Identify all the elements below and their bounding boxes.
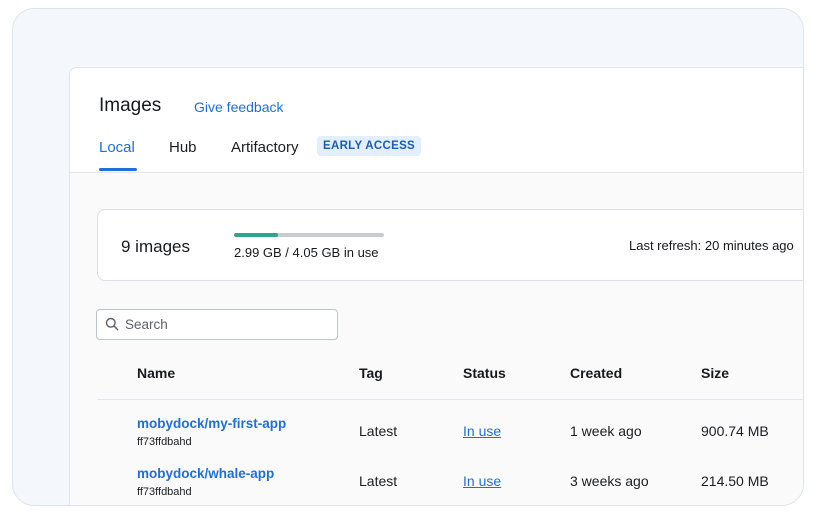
app-frame: Images Give feedback Local Hub Artifacto… xyxy=(12,8,804,506)
last-refresh-text: Last refresh: 20 minutes ago xyxy=(629,238,794,253)
image-status-link[interactable]: In use xyxy=(463,473,501,489)
image-count: 9 images xyxy=(121,237,190,256)
search-input[interactable] xyxy=(125,310,325,339)
column-header-status[interactable]: Status xyxy=(463,365,506,381)
image-id: ff73ffdbahd xyxy=(137,486,192,498)
disk-usage-bar xyxy=(234,233,384,237)
search-icon xyxy=(105,317,119,331)
tab-artifactory[interactable]: Artifactory xyxy=(231,139,299,156)
column-header-name[interactable]: Name xyxy=(137,365,175,381)
panel-header: Images Give feedback Local Hub Artifacto… xyxy=(70,68,803,173)
early-access-badge: EARLY ACCESS xyxy=(317,136,422,156)
table-row[interactable]: mobydock/whale-app ff73ffdbahd Latest In… xyxy=(70,462,803,505)
image-status-link[interactable]: In use xyxy=(463,423,501,439)
active-tab-indicator xyxy=(99,168,137,171)
tab-local[interactable]: Local xyxy=(99,139,135,156)
tab-hub[interactable]: Hub xyxy=(169,139,197,156)
search-box[interactable] xyxy=(96,309,338,340)
image-name-link[interactable]: mobydock/my-first-app xyxy=(137,416,286,431)
column-header-created[interactable]: Created xyxy=(570,365,622,381)
image-size: 214.50 MB xyxy=(701,473,769,489)
storage-summary-card: 9 images 2.99 GB / 4.05 GB in use Last r… xyxy=(97,209,803,281)
image-name-link[interactable]: mobydock/whale-app xyxy=(137,466,274,481)
column-header-tag[interactable]: Tag xyxy=(359,365,383,381)
image-tag: Latest xyxy=(359,423,398,439)
images-panel: Images Give feedback Local Hub Artifacto… xyxy=(69,67,803,505)
page-title: Images xyxy=(99,95,162,116)
disk-usage-text: 2.99 GB / 4.05 GB in use xyxy=(234,245,379,260)
column-header-size[interactable]: Size xyxy=(701,365,729,381)
table-row[interactable]: mobydock/my-first-app ff73ffdbahd Latest… xyxy=(70,412,803,462)
image-id: ff73ffdbahd xyxy=(137,436,192,448)
give-feedback-link[interactable]: Give feedback xyxy=(194,99,284,115)
table-header-divider xyxy=(97,399,803,400)
image-tag: Latest xyxy=(359,473,398,489)
image-size: 900.74 MB xyxy=(701,423,769,439)
image-created: 1 week ago xyxy=(570,423,642,439)
image-created: 3 weeks ago xyxy=(570,473,649,489)
disk-usage-bar-fill xyxy=(234,233,279,237)
